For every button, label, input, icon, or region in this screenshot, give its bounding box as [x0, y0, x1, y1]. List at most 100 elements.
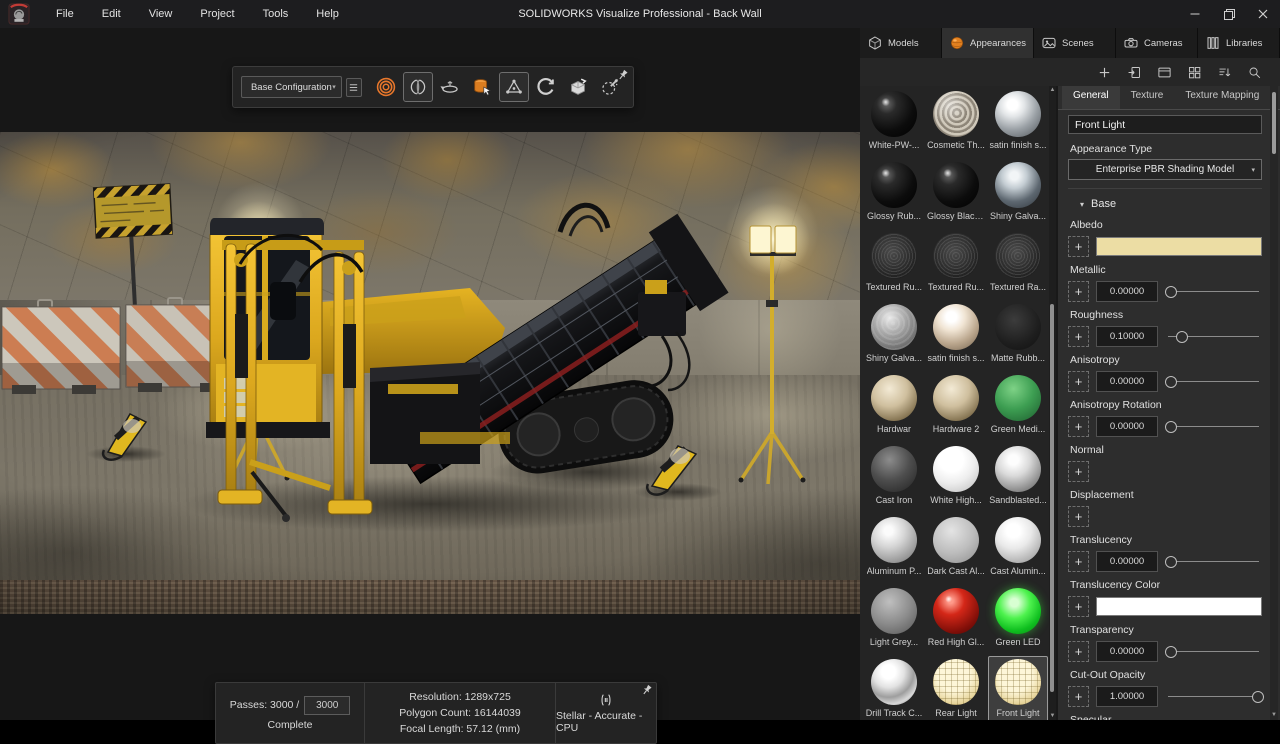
menu-tools[interactable]: Tools: [249, 0, 303, 28]
value-slider[interactable]: [1165, 552, 1262, 570]
value-slider[interactable]: [1165, 327, 1262, 345]
sort-icon[interactable]: [1214, 62, 1234, 82]
value-slider[interactable]: [1165, 687, 1262, 705]
menu-edit[interactable]: Edit: [88, 0, 135, 28]
appearance-thumb[interactable]: Shiny Galva...: [988, 159, 1048, 229]
search-icon[interactable]: [1244, 62, 1264, 82]
configuration-list-button[interactable]: [346, 78, 362, 97]
appearance-thumb[interactable]: Light Grey...: [864, 585, 924, 655]
slider-knob[interactable]: [1165, 286, 1177, 298]
appearance-thumb[interactable]: Matte Rubb...: [988, 301, 1048, 371]
add-texture-map-button[interactable]: +: [1068, 686, 1089, 707]
slider-knob[interactable]: [1165, 421, 1177, 433]
turntable-icon[interactable]: [435, 72, 465, 102]
appearance-thumb[interactable]: White-PW-...: [864, 88, 924, 158]
appearance-thumb[interactable]: Textured Ra...: [988, 230, 1048, 300]
pivot-target-icon[interactable]: [371, 72, 401, 102]
appearance-thumb[interactable]: Hardwar: [864, 372, 924, 442]
appearance-list-scrollbar[interactable]: ▲ ▼: [1049, 86, 1056, 720]
appearance-thumb[interactable]: Cast Iron: [864, 443, 924, 513]
appearance-thumb[interactable]: Cast Alumin...: [988, 514, 1048, 584]
passes-input[interactable]: [304, 696, 350, 715]
value-input[interactable]: [1096, 281, 1158, 302]
slider-knob[interactable]: [1165, 556, 1177, 568]
appearance-thumb[interactable]: Green Medi...: [988, 372, 1048, 442]
add-texture-map-button[interactable]: +: [1068, 281, 1089, 302]
value-input[interactable]: [1096, 326, 1158, 347]
value-input[interactable]: [1096, 551, 1158, 572]
viewport-canvas[interactable]: [0, 132, 860, 614]
scrollbar-thumb[interactable]: [1272, 92, 1276, 154]
add-texture-map-button[interactable]: +: [1068, 371, 1089, 392]
tab-cameras[interactable]: Cameras: [1116, 28, 1198, 58]
appearance-thumb[interactable]: Drill Track C...: [864, 656, 924, 720]
appearance-thumb[interactable]: satin finish s...: [988, 88, 1048, 158]
menu-project[interactable]: Project: [186, 0, 248, 28]
add-texture-map-button[interactable]: +: [1068, 551, 1089, 572]
options-icon[interactable]: [1184, 62, 1204, 82]
tab-appearances[interactable]: Appearances: [942, 28, 1034, 58]
appearance-picker-icon[interactable]: [467, 72, 497, 102]
appearance-thumb[interactable]: Aluminum P...: [864, 514, 924, 584]
appearance-name-input[interactable]: [1068, 115, 1262, 134]
value-slider[interactable]: [1165, 372, 1262, 390]
scroll-up-icon[interactable]: ▲: [1049, 87, 1056, 93]
tab-models[interactable]: Models: [860, 28, 942, 58]
appearance-thumb[interactable]: Shiny Galva...: [864, 301, 924, 371]
value-slider[interactable]: [1165, 417, 1262, 435]
value-input[interactable]: [1096, 371, 1158, 392]
value-input[interactable]: [1096, 416, 1158, 437]
split-compare-icon[interactable]: [403, 72, 433, 102]
value-slider[interactable]: [1165, 642, 1262, 660]
appearance-type-dropdown[interactable]: Enterprise PBR Shading Model ▾: [1068, 159, 1262, 180]
appearance-thumb[interactable]: Sandblasted...: [988, 443, 1048, 513]
appearance-thumb[interactable]: Hardware 2: [926, 372, 986, 442]
appearance-thumb[interactable]: Rear Light: [926, 656, 986, 720]
menu-help[interactable]: Help: [302, 0, 353, 28]
slider-knob[interactable]: [1165, 376, 1177, 388]
configuration-dropdown[interactable]: Base Configuration ▾: [241, 76, 342, 98]
prop-tab-texture[interactable]: Texture: [1120, 86, 1175, 109]
appearance-thumb[interactable]: Front Light: [988, 656, 1048, 720]
value-input[interactable]: [1096, 686, 1158, 707]
color-swatch[interactable]: [1096, 237, 1262, 256]
restore-button[interactable]: [1212, 0, 1246, 28]
appearance-thumb[interactable]: Cosmetic Th...: [926, 88, 986, 158]
model-box-icon[interactable]: [563, 72, 593, 102]
rotate-icon[interactable]: [531, 72, 561, 102]
appearance-thumb[interactable]: Textured Ru...: [926, 230, 986, 300]
menu-file[interactable]: File: [42, 0, 88, 28]
color-swatch[interactable]: [1096, 597, 1262, 616]
import-icon[interactable]: [1124, 62, 1144, 82]
panel-icon[interactable]: [1154, 62, 1174, 82]
appearance-thumb[interactable]: Green LED: [988, 585, 1048, 655]
add-icon[interactable]: [1094, 62, 1114, 82]
tab-libraries[interactable]: Libraries: [1198, 28, 1280, 58]
tab-scenes[interactable]: Scenes: [1034, 28, 1116, 58]
appearance-thumb[interactable]: White High...: [926, 443, 986, 513]
prop-tab-texture-mapping[interactable]: Texture Mapping: [1174, 86, 1270, 109]
base-section-header[interactable]: ▾ Base: [1068, 198, 1262, 210]
slider-knob[interactable]: [1252, 691, 1264, 703]
appearance-thumb[interactable]: Glossy Black...: [926, 159, 986, 229]
add-texture-map-button[interactable]: +: [1068, 236, 1089, 257]
appearance-thumb[interactable]: satin finish s...: [926, 301, 986, 371]
snap-pivot-icon[interactable]: [499, 72, 529, 102]
appearance-thumb[interactable]: Glossy Rub...: [864, 159, 924, 229]
add-texture-map-button[interactable]: +: [1068, 326, 1089, 347]
add-texture-map-button[interactable]: +: [1068, 416, 1089, 437]
properties-scrollbar[interactable]: ▼: [1270, 86, 1278, 720]
add-texture-map-button[interactable]: +: [1068, 506, 1089, 527]
scroll-down-icon[interactable]: ▼: [1049, 713, 1056, 719]
close-button[interactable]: [1246, 0, 1280, 28]
minimize-button[interactable]: [1178, 0, 1212, 28]
value-input[interactable]: [1096, 641, 1158, 662]
slider-knob[interactable]: [1165, 646, 1177, 658]
scrollbar-thumb[interactable]: [1050, 304, 1054, 692]
appearance-thumb[interactable]: Textured Ru...: [864, 230, 924, 300]
scroll-down-icon[interactable]: ▼: [1270, 712, 1278, 718]
add-texture-map-button[interactable]: +: [1068, 461, 1089, 482]
appearance-thumb[interactable]: Red High Gl...: [926, 585, 986, 655]
appearance-thumb[interactable]: Dark Cast Al...: [926, 514, 986, 584]
prop-tab-general[interactable]: General: [1062, 86, 1120, 109]
